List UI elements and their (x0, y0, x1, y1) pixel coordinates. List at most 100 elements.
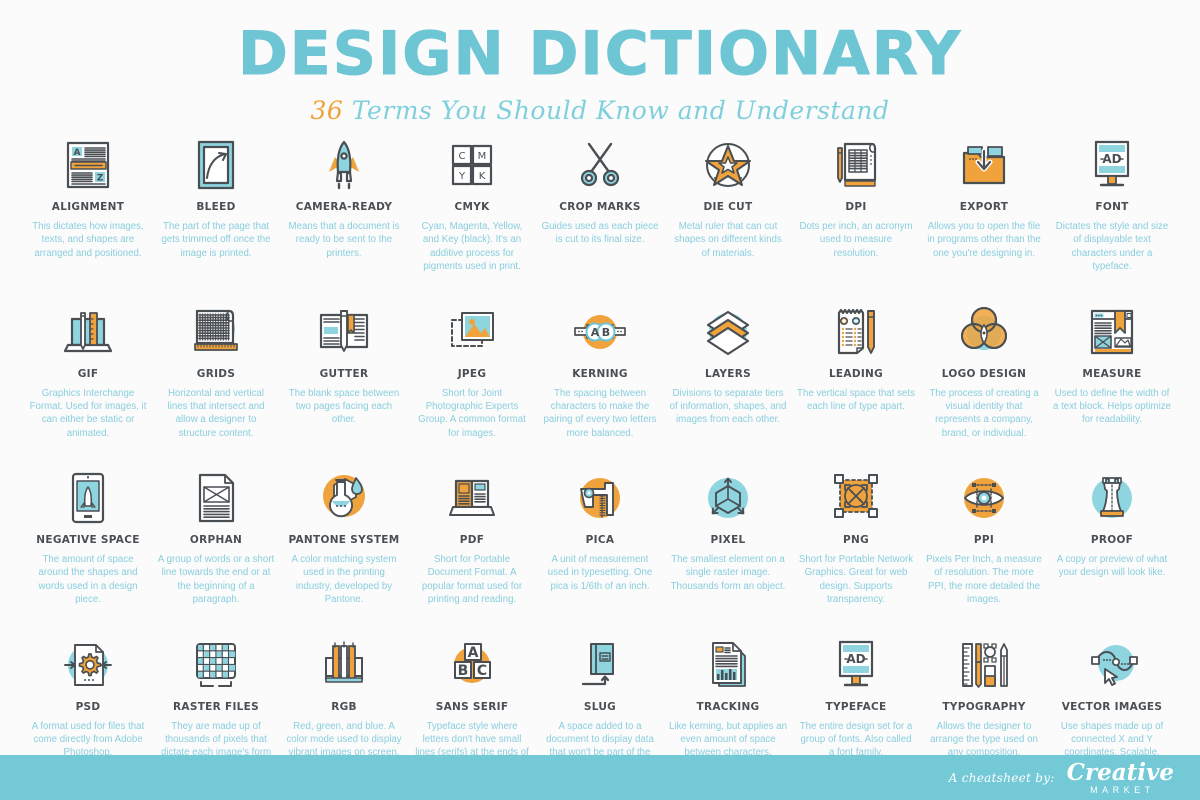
svg-text:AD: AD (1102, 152, 1121, 166)
footer-credit: A cheatsheet by: (948, 770, 1055, 785)
term-title: PNG (842, 534, 869, 546)
term-card: PDF Short for Portable Document Format. A… (408, 467, 536, 634)
term-title: RASTER FILES (173, 700, 259, 713)
kerning-ab-icon: AB (541, 301, 659, 363)
term-description: Guides used as each piece is cut to its … (541, 221, 659, 246)
term-card: LOGO DESIGN The process of creating a vis… (920, 301, 1048, 468)
term-description: Allows the designer to arrange the type … (930, 720, 1038, 759)
term-title: PANTONE SYSTEM (288, 534, 400, 546)
term-title: TRACKING (696, 700, 760, 713)
page-subtitle: 36 Terms You Should Know and Understand (0, 96, 1200, 126)
term-title: FONT (1095, 201, 1129, 213)
brand-name: Creative (1066, 758, 1174, 786)
abc-blocks-icon: ABC (413, 634, 531, 696)
term-description: Use shapes made up of connected X and Y … (1060, 720, 1164, 759)
term-title: TYPOGRAPHY (942, 700, 1026, 713)
term-description: Graphics Interchange Format. Used for im… (29, 387, 147, 439)
term-description: Short for Portable Network Graphics. Gre… (798, 554, 914, 606)
svg-text:AD: AD (846, 652, 865, 666)
term-card: AD FONT Dictates the style and size of dis… (1048, 134, 1176, 301)
term-title: TYPEFACE (825, 700, 887, 713)
term-title: LEADING (828, 367, 884, 380)
svg-text:M: M (478, 151, 487, 162)
term-title: DIE CUT (703, 201, 753, 213)
term-title: PSD (75, 700, 101, 713)
term-description: Dots per inch, an acronym used to measur… (799, 221, 913, 259)
term-card: PICA A unit of measurement used in typese… (536, 467, 664, 634)
pixel-grid-icon (157, 634, 275, 696)
term-description: A group of words or a short line towards… (157, 554, 275, 606)
term-card: CAMERA-READY Means that a document is rea… (280, 134, 408, 301)
tablet-rocket-icon (29, 467, 147, 529)
svg-text:K: K (479, 171, 486, 182)
layers-stack-icon (669, 301, 787, 363)
term-card: GUTTER The blank space between two pages … (280, 301, 408, 468)
term-card: BLEED The part of the page that gets trim… (152, 134, 280, 301)
book-arrow-icon (541, 634, 659, 696)
term-title: ORPHAN (189, 534, 243, 546)
term-description: A unit of measurement used in typesettin… (547, 554, 653, 592)
term-title: NEGATIVE SPACE (36, 534, 140, 546)
term-title: KERNING (572, 367, 628, 380)
term-card: C M Y K CMYK Cyan, Magenta, Yellow, and Key (… (408, 134, 536, 301)
term-description: Cyan, Magenta, Yellow, and Key (black). … (421, 221, 523, 273)
term-title: BLEED (196, 201, 236, 213)
term-card: PPI Pixels Per Inch, a measure of resolut… (920, 467, 1048, 634)
term-card: DPI Dots per inch, an acronym used to mea… (792, 134, 920, 301)
term-title: GRIDS (196, 367, 236, 380)
transparency-selection-icon (797, 467, 915, 529)
term-title: RGB (331, 700, 357, 713)
term-description: Divisions to separate tiers of informati… (669, 387, 787, 426)
term-description: A format used for files that come direct… (31, 720, 145, 759)
term-title: PPI (973, 534, 995, 546)
term-title: LAYERS (704, 367, 752, 380)
term-title: PIXEL (710, 534, 746, 546)
design-tools-icon (925, 634, 1043, 696)
term-card: GRIDS Horizontal and vertical lines that … (152, 301, 280, 468)
documents-chart-icon (669, 634, 787, 696)
creative-market-logo[interactable]: Creative MARKET (1067, 761, 1174, 795)
caliper-icon (541, 467, 659, 529)
term-card: LAYERS Divisions to separate tiers of inf… (664, 301, 792, 468)
term-description: The blank space between two pages facing… (288, 387, 400, 426)
term-card: PNG Short for Portable Network Graphics. … (792, 467, 920, 634)
term-card: GIF Graphics Interchange Format. Used for… (24, 301, 152, 468)
subtitle-text: Terms You Should Know and Understand (351, 96, 890, 125)
term-card: CROP MARKS Guides used as each piece is c… (536, 134, 664, 301)
term-title: GIF (77, 367, 99, 380)
folder-download-icon (925, 134, 1043, 196)
venn-circles-icon (925, 301, 1043, 363)
term-title: CAMERA-READY (295, 201, 393, 213)
cmyk-swatches-icon: C M Y K (413, 134, 531, 196)
terms-grid: A Z ALIGNMENT This dictates how images, tex… (0, 126, 1200, 800)
chess-rook-icon (1053, 467, 1171, 529)
term-title: GUTTER (319, 367, 369, 380)
term-description: The amount of space around the shapes an… (38, 554, 138, 606)
term-title: PICA (585, 534, 615, 546)
term-title: MEASURE (1082, 367, 1142, 380)
term-description: Short for Joint Photographic Experts Gro… (418, 387, 526, 439)
term-title: PDF (459, 534, 485, 546)
billboard-ad-icon: AD (797, 634, 915, 696)
term-description: The entire design set for a group of fon… (799, 720, 913, 759)
laptop-pencil-ruler-icon (29, 301, 147, 363)
notepad-pencil-icon (797, 301, 915, 363)
poster-footer: A cheatsheet by: Creative MARKET (0, 755, 1200, 800)
term-description: The process of creating a visual identit… (929, 387, 1039, 439)
bleed-frame-arrow-icon (157, 134, 275, 196)
rocket-launch-icon (285, 134, 403, 196)
open-book-pencil-icon (285, 301, 403, 363)
cube-arrows-icon (669, 467, 787, 529)
document-envelope-icon (157, 467, 275, 529)
svg-text:A: A (591, 326, 600, 339)
term-card: A Z ALIGNMENT This dictates how images, tex… (24, 134, 152, 301)
term-description: The spacing between characters to make t… (543, 387, 657, 439)
brand-subtitle: MARKET (1090, 784, 1155, 795)
term-card: A B KERNING The spacing between characters … (536, 301, 664, 468)
term-title: VECTOR IMAGES (1061, 700, 1163, 713)
term-title: JPEG (457, 367, 487, 380)
term-description: Like kerning, but applies an even amount… (669, 720, 787, 759)
svg-text:A: A (468, 645, 479, 661)
vector-bezier-icon (1053, 634, 1171, 696)
term-description: Dictates the style and size of displayab… (1055, 221, 1169, 273)
